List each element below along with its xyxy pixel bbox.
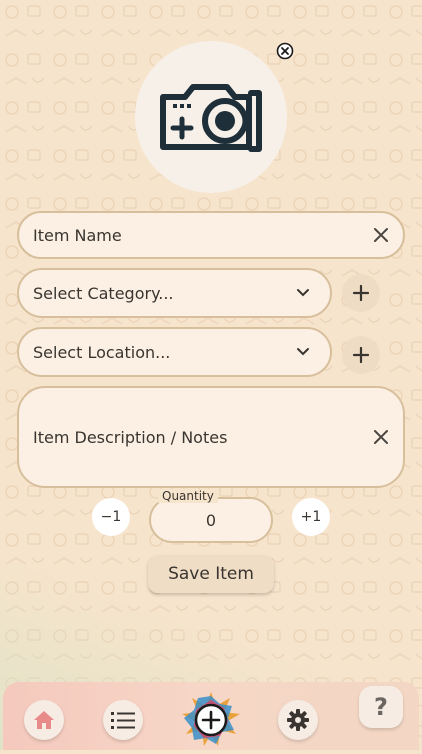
home-icon bbox=[34, 711, 54, 729]
nav-home-button[interactable] bbox=[24, 700, 64, 740]
item-name-placeholder: Item Name bbox=[33, 225, 122, 245]
clear-icon[interactable] bbox=[373, 429, 389, 445]
add-location-button[interactable] bbox=[342, 336, 380, 374]
nav-add-item-button[interactable] bbox=[180, 690, 242, 750]
gear-icon bbox=[287, 709, 309, 731]
plus-icon bbox=[352, 346, 370, 364]
decrement-button[interactable]: −1 bbox=[92, 498, 130, 536]
quantity-input[interactable]: 0 bbox=[149, 497, 273, 543]
description-field[interactable]: Item Description / Notes bbox=[17, 386, 405, 488]
photo-picker[interactable] bbox=[135, 41, 287, 193]
location-select[interactable]: Select Location... bbox=[17, 327, 332, 377]
save-item-button[interactable]: Save Item bbox=[148, 555, 274, 593]
clear-icon[interactable] bbox=[373, 227, 389, 243]
add-icon bbox=[182, 692, 240, 746]
remove-photo-button[interactable] bbox=[276, 42, 294, 60]
camera-add-icon bbox=[160, 84, 262, 152]
help-icon: ? bbox=[374, 693, 388, 721]
chevron-down-icon bbox=[297, 348, 309, 356]
item-name-field[interactable]: Item Name bbox=[17, 211, 405, 259]
description-placeholder: Item Description / Notes bbox=[33, 427, 228, 447]
nav-list-button[interactable] bbox=[103, 700, 143, 740]
increment-button[interactable]: +1 bbox=[292, 498, 330, 536]
quantity-value: 0 bbox=[205, 510, 217, 530]
category-selected-value: Select Category... bbox=[33, 283, 174, 303]
increment-label: +1 bbox=[300, 509, 322, 525]
location-selected-value: Select Location... bbox=[33, 342, 171, 362]
nav-help-button[interactable]: ? bbox=[359, 686, 403, 728]
category-select[interactable]: Select Category... bbox=[17, 268, 332, 318]
chevron-down-icon bbox=[297, 289, 309, 297]
list-icon bbox=[111, 712, 135, 729]
add-category-button[interactable] bbox=[342, 274, 380, 312]
nav-settings-button[interactable] bbox=[278, 700, 318, 740]
close-circle-icon bbox=[276, 42, 294, 60]
decrement-label: −1 bbox=[100, 509, 122, 525]
quantity-label: Quantity bbox=[158, 489, 218, 503]
plus-icon bbox=[352, 284, 370, 302]
